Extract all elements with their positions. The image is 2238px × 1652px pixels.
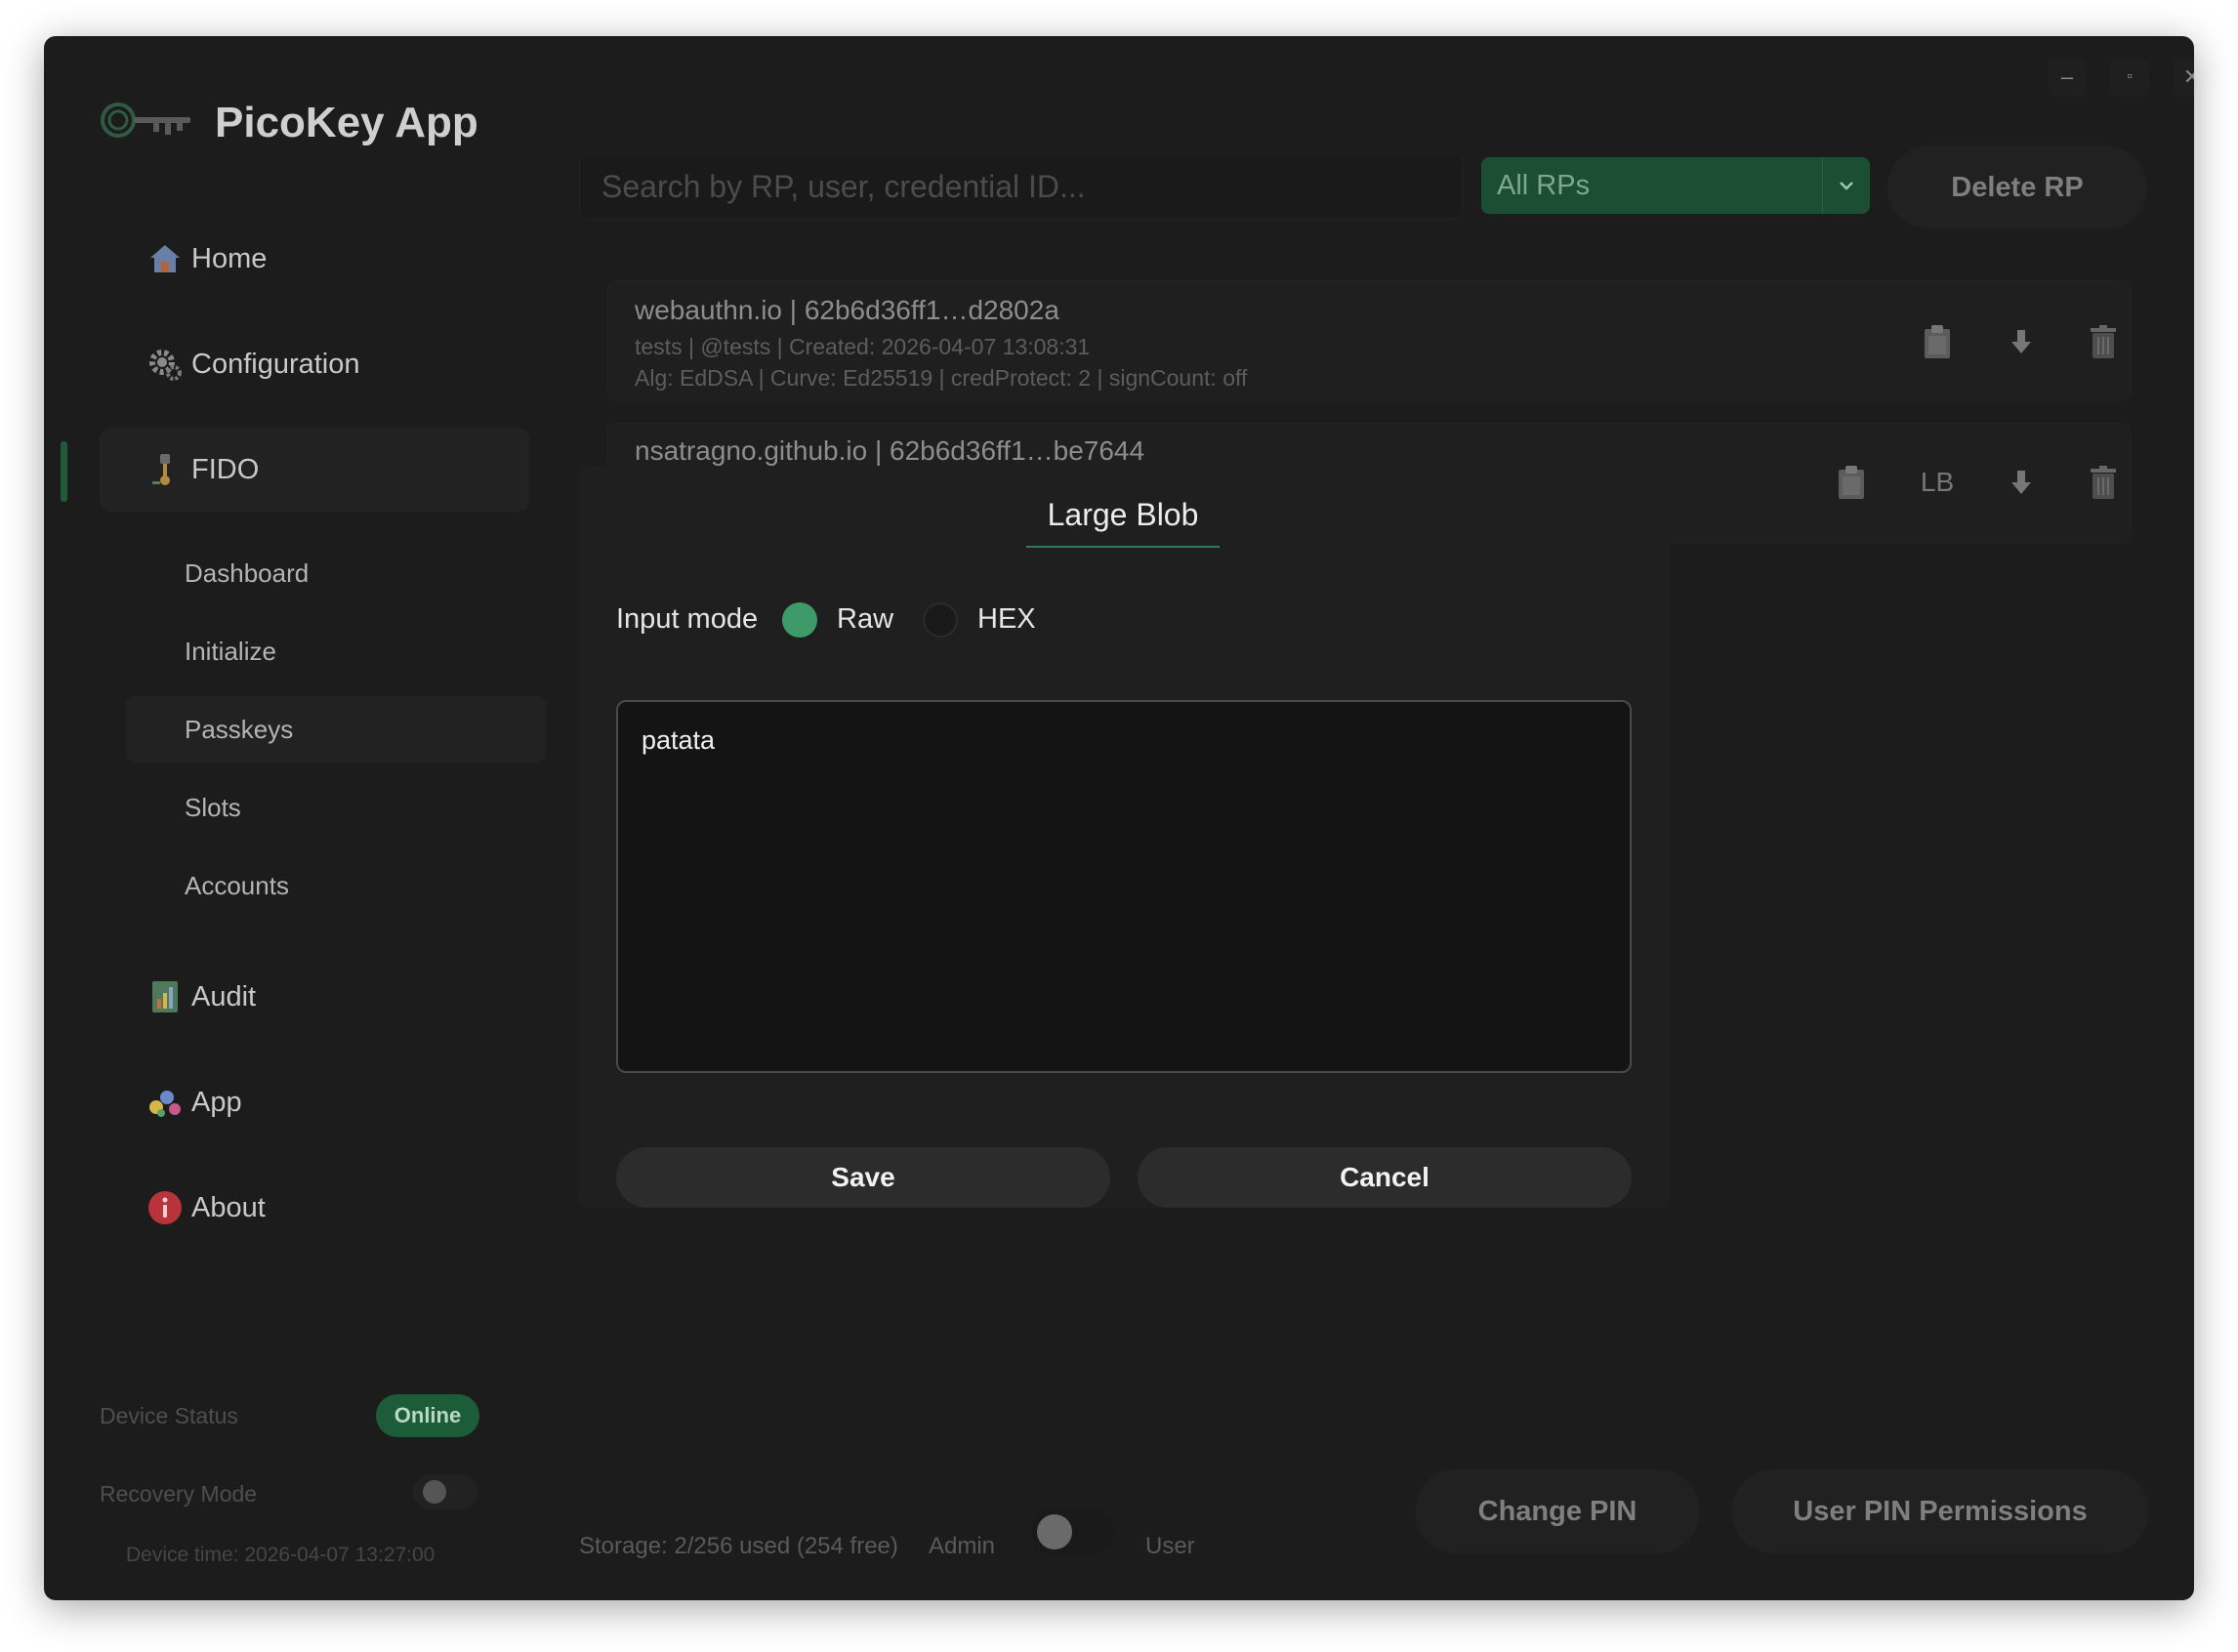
- radio-hex-label: HEX: [977, 603, 1036, 635]
- sub-item-dashboard[interactable]: Dashboard: [126, 540, 546, 606]
- close-button[interactable]: ✕: [2173, 58, 2194, 97]
- radio-hex[interactable]: [923, 602, 958, 638]
- minimize-button[interactable]: –: [2048, 58, 2087, 97]
- sub-item-passkeys[interactable]: Passkeys: [126, 696, 546, 763]
- nav-item-about[interactable]: About: [100, 1166, 529, 1250]
- nav-item-audit[interactable]: Audit: [100, 955, 529, 1039]
- nav-item-configuration[interactable]: Configuration: [100, 322, 529, 406]
- input-mode-label: Input mode: [616, 603, 759, 635]
- cancel-button[interactable]: Cancel: [1138, 1147, 1632, 1208]
- active-indicator: [61, 441, 67, 502]
- trash-icon: [2091, 325, 2116, 358]
- copy-button[interactable]: [1830, 461, 1873, 504]
- large-blob-textarea[interactable]: patata: [616, 700, 1632, 1073]
- tab-underline: [1026, 546, 1220, 548]
- sub-item-label: Accounts: [185, 870, 289, 900]
- change-pin-button[interactable]: Change PIN: [1415, 1469, 1700, 1553]
- search-placeholder: Search by RP, user, credential ID...: [601, 168, 1086, 204]
- credential-user: tests | @tests | Created: 2026-04-07 13:…: [635, 334, 1091, 359]
- download-button[interactable]: [2000, 461, 2043, 504]
- nav-item-home[interactable]: Home: [100, 217, 529, 301]
- copy-button[interactable]: [1916, 320, 1959, 363]
- device-status-label: Device Status: [100, 1403, 238, 1428]
- tab-large-blob[interactable]: Large Blob: [1026, 497, 1220, 533]
- device-time: Device time: 2026-04-07 13:27:00: [126, 1544, 435, 1566]
- rp-filter-select[interactable]: All RPs: [1481, 157, 1870, 214]
- admin-user-toggle[interactable]: [1031, 1508, 1113, 1555]
- nav-label: App: [191, 1086, 242, 1118]
- sub-item-accounts[interactable]: Accounts: [126, 852, 546, 919]
- toggle-knob: [1037, 1514, 1072, 1549]
- clipboard-icon: [1925, 325, 1950, 358]
- delete-rp-button[interactable]: Delete RP: [1887, 145, 2147, 229]
- sub-item-label: Passkeys: [185, 714, 294, 744]
- gear-icon: [146, 346, 184, 383]
- storage-info: Storage: 2/256 used (254 free): [579, 1533, 898, 1559]
- sub-item-slots[interactable]: Slots: [126, 774, 546, 841]
- nav-label: Audit: [191, 980, 257, 1012]
- trash-icon: [2091, 466, 2116, 499]
- app-title: PicoKey App: [215, 99, 478, 146]
- minimize-icon: –: [2060, 64, 2074, 89]
- key-icon: [146, 451, 184, 488]
- nav-label: About: [191, 1191, 266, 1223]
- nav-item-fido[interactable]: FIDO: [100, 428, 529, 512]
- admin-label: Admin: [929, 1533, 996, 1559]
- credential-title: nsatragno.github.io | 62b6d36ff1…be7644: [635, 435, 1145, 466]
- large-blob-dialog: Large Blob Input mode Raw HEX patata Sav…: [577, 466, 1671, 1208]
- chevron-down-icon: [1822, 157, 1870, 214]
- user-pin-permissions-button[interactable]: User PIN Permissions: [1731, 1469, 2149, 1553]
- download-button[interactable]: [2000, 320, 2043, 363]
- nav-label: Home: [191, 242, 268, 274]
- app-logo-key-icon: [101, 103, 190, 138]
- delete-button[interactable]: [2082, 320, 2125, 363]
- info-icon: [146, 1189, 184, 1226]
- nav-item-app[interactable]: App: [100, 1060, 529, 1144]
- nav-label: FIDO: [191, 453, 260, 485]
- radio-raw-label: Raw: [837, 603, 894, 635]
- app-icon: [146, 1084, 184, 1121]
- delete-button[interactable]: [2082, 461, 2125, 504]
- credential-card[interactable]: webauthn.io | 62b6d36ff1…d2802a tests | …: [606, 280, 2132, 401]
- nav-label: Configuration: [191, 348, 360, 380]
- device-status-badge: Online: [376, 1394, 479, 1437]
- sub-item-initialize[interactable]: Initialize: [126, 618, 546, 684]
- rp-filter-value: All RPs: [1497, 169, 1591, 201]
- sub-item-label: Slots: [185, 792, 241, 822]
- credential-title: webauthn.io | 62b6d36ff1…d2802a: [635, 295, 1059, 325]
- download-icon: [2011, 471, 2031, 494]
- search-input[interactable]: Search by RP, user, credential ID...: [579, 153, 1463, 220]
- clipboard-icon: [1839, 466, 1864, 499]
- recovery-mode-toggle[interactable]: [413, 1474, 477, 1509]
- sub-item-label: Dashboard: [185, 558, 310, 588]
- sub-item-label: Initialize: [185, 636, 276, 666]
- large-blob-button[interactable]: LB: [1916, 461, 1959, 504]
- download-icon: [2011, 330, 2031, 353]
- home-icon: [146, 240, 184, 277]
- audit-icon: [146, 978, 184, 1015]
- save-button[interactable]: Save: [616, 1147, 1110, 1208]
- maximize-button[interactable]: ▫: [2110, 58, 2149, 97]
- toggle-knob: [423, 1480, 446, 1504]
- credential-details: Alg: EdDSA | Curve: Ed25519 | credProtec…: [635, 365, 1248, 391]
- app-window: – ▫ ✕ PicoKey App Home Configuration FID…: [44, 36, 2194, 1600]
- radio-raw[interactable]: [782, 602, 817, 638]
- maximize-icon: ▫: [2127, 68, 2133, 85]
- close-icon: ✕: [2182, 64, 2194, 89]
- recovery-mode-label: Recovery Mode: [100, 1481, 258, 1507]
- user-label: User: [1145, 1533, 1195, 1559]
